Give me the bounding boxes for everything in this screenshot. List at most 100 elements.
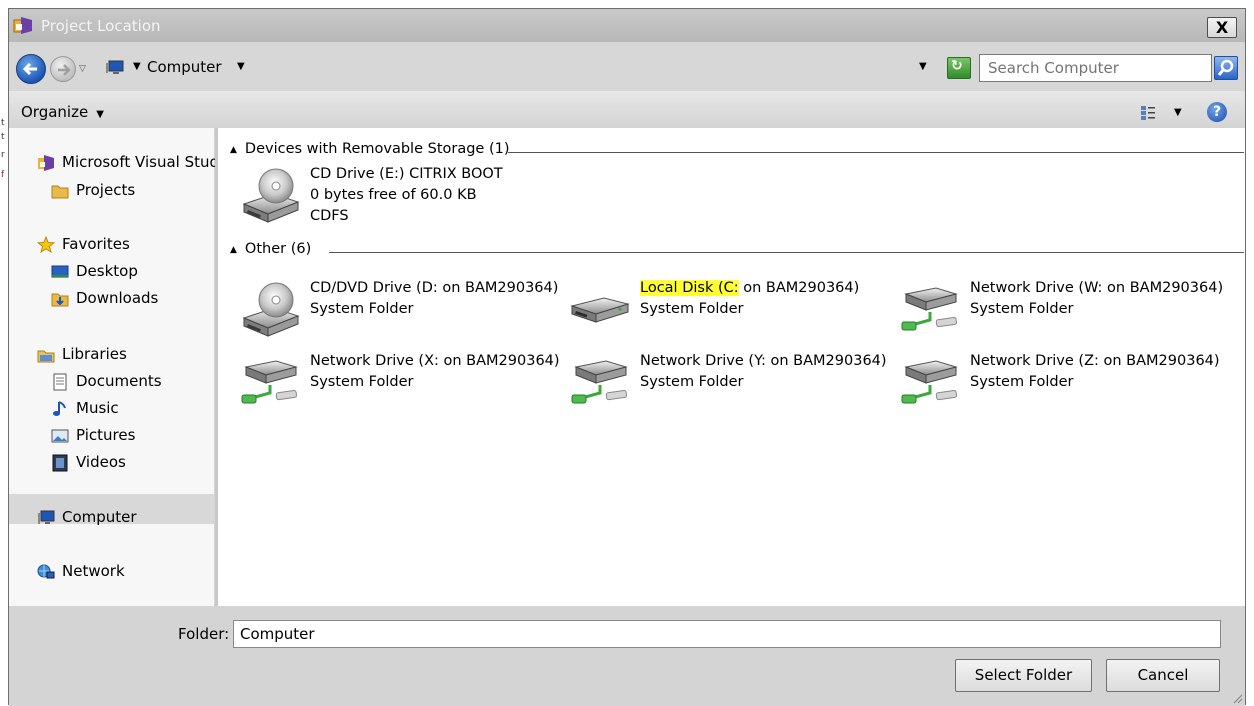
sidebar-item-label: Network xyxy=(62,562,125,580)
folder-icon xyxy=(51,185,69,199)
drive-type: System Folder xyxy=(640,301,744,317)
visual-studio-icon xyxy=(38,155,54,171)
collapse-triangle-icon: ▲ xyxy=(230,145,237,155)
change-view-icon[interactable] xyxy=(1140,105,1156,121)
drive-type: System Folder xyxy=(970,374,1074,390)
forward-button[interactable] xyxy=(50,56,76,82)
drive-item-local-disk-c[interactable]: Local Disk (C: on BAM290364) System Fold… xyxy=(570,280,890,344)
window-title: Project Location xyxy=(41,17,161,35)
organize-chevron-down-icon: ▼ xyxy=(96,109,104,120)
folder-label: Folder: xyxy=(178,625,230,643)
breadcrumb-separator-icon[interactable]: ▼ xyxy=(133,61,141,72)
sidebar-item-label: Pictures xyxy=(76,426,136,444)
organize-label: Organize xyxy=(21,103,89,121)
resize-grip-icon[interactable] xyxy=(1231,692,1243,704)
title-bar[interactable]: Project Location X xyxy=(9,9,1245,42)
network-drive-icon xyxy=(240,353,300,413)
drive-free-space: 0 bytes free of 60.0 KB xyxy=(310,187,477,203)
dialog-footer: Folder: Select Folder Cancel xyxy=(9,606,1245,706)
address-bar[interactable]: ▼ Computer ▼ ▼ xyxy=(101,56,939,82)
drive-name: CD/DVD Drive (D: on BAM290364) xyxy=(310,280,559,296)
close-icon: X xyxy=(1215,18,1229,37)
sidebar-item-label: Videos xyxy=(76,453,126,471)
highlighted-text: Local Disk (C: xyxy=(640,280,739,296)
drive-filesystem: CDFS xyxy=(310,208,349,224)
search-input[interactable] xyxy=(988,59,1203,77)
drive-item-network-z[interactable]: Network Drive (Z: on BAM290364) System F… xyxy=(900,353,1220,417)
dialog-window: Project Location X ▽ ▼ Computer ▼ ▼ ↻ Se… xyxy=(8,8,1246,706)
sidebar-item-label: Music xyxy=(76,399,119,417)
network-drive-icon xyxy=(900,353,960,413)
sidebar-item-label: Documents xyxy=(76,372,162,390)
drive-name: Network Drive (Z: on BAM290364) xyxy=(970,353,1220,369)
drive-name: Network Drive (W: on BAM290364) xyxy=(970,280,1224,296)
refresh-icon: ↻ xyxy=(951,58,963,74)
cd-drive-icon xyxy=(240,166,300,226)
breadcrumb-chevron-down-icon[interactable]: ▼ xyxy=(237,61,245,72)
refresh-button[interactable]: ↻ xyxy=(947,57,971,79)
back-arrow-icon xyxy=(22,62,37,76)
sidebar-item-label: Libraries xyxy=(62,345,127,363)
sidebar-item-label: Microsoft Visual Studi xyxy=(62,153,224,171)
videos-icon xyxy=(52,454,68,472)
drive-item-network-y[interactable]: Network Drive (Y: on BAM290364) System F… xyxy=(570,353,890,417)
drive-name: Local Disk (C: on BAM290364) xyxy=(640,280,859,296)
search-button[interactable] xyxy=(1214,56,1238,80)
group-header-label: Other (6) xyxy=(244,241,312,257)
drive-type: System Folder xyxy=(970,301,1074,317)
star-icon xyxy=(37,236,55,254)
help-icon[interactable]: ? xyxy=(1207,102,1227,122)
network-drive-icon xyxy=(900,280,960,340)
group-divider-line xyxy=(329,252,1244,253)
network-icon xyxy=(37,564,55,579)
network-drive-icon xyxy=(570,353,630,413)
downloads-folder-icon xyxy=(51,293,69,307)
sidebar-item-label: Favorites xyxy=(62,235,130,253)
drive-item-cd-e[interactable]: CD Drive (E:) CITRIX BOOT 0 bytes free o… xyxy=(240,166,560,230)
organize-menu[interactable]: Organize ▼ xyxy=(21,103,104,121)
file-list-pane: ▲ Devices with Removable Storage (1) CD D… xyxy=(218,128,1245,606)
pictures-icon xyxy=(51,429,69,443)
documents-icon xyxy=(53,373,67,391)
sidebar-item-label: Downloads xyxy=(76,289,159,307)
search-icon xyxy=(1217,59,1234,76)
select-folder-button[interactable]: Select Folder xyxy=(955,659,1092,692)
forward-arrow-icon xyxy=(58,64,71,76)
libraries-icon xyxy=(37,350,55,363)
sidebar-item-label: Desktop xyxy=(76,262,138,280)
drive-type: System Folder xyxy=(310,301,414,317)
drive-item-cd-dvd-d[interactable]: CD/DVD Drive (D: on BAM290364) System Fo… xyxy=(240,280,560,344)
group-header-label: Devices with Removable Storage (1) xyxy=(244,141,510,157)
group-header-other[interactable]: ▲ Other (6) xyxy=(230,241,311,263)
drive-item-network-x[interactable]: Network Drive (X: on BAM290364) System F… xyxy=(240,353,560,417)
sidebar-item-label: Computer xyxy=(62,508,137,526)
search-box[interactable] xyxy=(979,54,1212,82)
drive-name: CD Drive (E:) CITRIX BOOT xyxy=(310,166,503,182)
computer-icon xyxy=(38,510,55,524)
drive-type: System Folder xyxy=(640,374,744,390)
recent-pages-chevron-icon[interactable]: ▽ xyxy=(79,64,86,74)
computer-icon xyxy=(106,60,124,74)
cancel-button[interactable]: Cancel xyxy=(1106,659,1220,692)
group-header-removable[interactable]: ▲ Devices with Removable Storage (1) xyxy=(230,141,510,163)
address-history-dropdown-icon[interactable]: ▼ xyxy=(919,61,927,72)
navigation-pane: Microsoft Visual Studi Projects Favorite… xyxy=(9,128,223,606)
drive-type: System Folder xyxy=(310,374,414,390)
close-button[interactable]: X xyxy=(1207,17,1237,38)
breadcrumb-computer[interactable]: Computer xyxy=(147,58,222,76)
collapse-triangle-icon: ▲ xyxy=(230,245,237,255)
drive-name-rest: on BAM290364) xyxy=(738,280,860,296)
back-button[interactable] xyxy=(16,54,46,84)
desktop-icon xyxy=(51,265,69,278)
sidebar-item-label: Projects xyxy=(76,181,136,199)
drive-name: Network Drive (Y: on BAM290364) xyxy=(640,353,887,369)
drive-name: Network Drive (X: on BAM290364) xyxy=(310,353,560,369)
cd-drive-icon xyxy=(240,280,300,340)
navigation-bar: ▽ ▼ Computer ▼ ▼ ↻ xyxy=(9,42,1245,91)
group-divider-line xyxy=(508,152,1244,153)
music-icon xyxy=(53,401,66,416)
folder-field[interactable] xyxy=(233,620,1221,648)
drive-item-network-w[interactable]: Network Drive (W: on BAM290364) System F… xyxy=(900,280,1224,344)
view-options-chevron-down-icon[interactable]: ▼ xyxy=(1174,107,1182,118)
local-disk-icon xyxy=(570,280,630,340)
